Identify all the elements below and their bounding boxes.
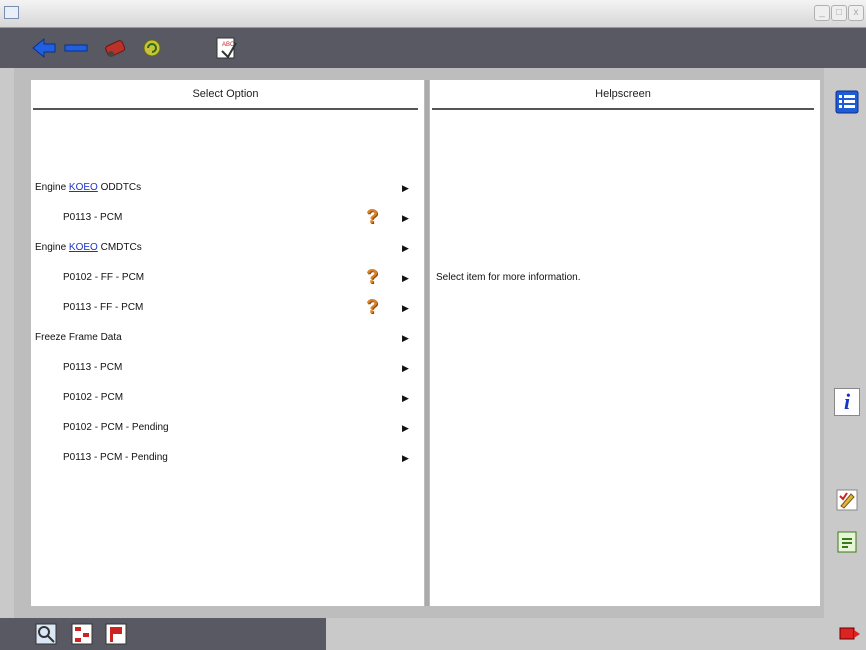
option-row[interactable]: P0102 - PCM ▶ [35,388,440,408]
option-label: P0102 - FF - PCM [63,268,144,288]
koeo-link[interactable]: KOEO [69,182,98,193]
option-row[interactable]: Freeze Frame Data ▶ [35,328,440,348]
option-label-text: P0113 - PCM - Pending [63,452,168,463]
vehicle-button[interactable] [101,34,129,62]
minimize-button[interactable]: _ [814,5,830,21]
flag-icon [105,623,127,645]
option-label: P0102 - PCM - Pending [63,418,169,438]
option-row[interactable]: P0113 - PCM - Pending ▶ [35,448,440,468]
refresh-button[interactable] [138,34,166,62]
close-button[interactable]: x [848,5,864,21]
search-icon [35,623,57,645]
exit-button[interactable] [838,622,862,646]
edit-icon [836,489,858,511]
option-row[interactable]: P0113 - PCM ▶ [35,358,440,378]
info-icon: i [834,388,860,416]
document-icon [837,531,857,553]
report-button[interactable]: ABC [213,34,241,62]
option-label: Engine KOEO ODDTCs [35,178,141,198]
expand-arrow-icon[interactable]: ▶ [402,268,409,288]
maximize-button[interactable]: □ [831,5,847,21]
koeo-link[interactable]: KOEO [69,242,98,253]
select-option-panel: Select Option Engine KOEO ODDTCs ▶ P0113 -… [31,80,424,606]
expand-arrow-icon[interactable]: ▶ [402,358,409,378]
option-label: P0113 - PCM - Pending [63,448,168,468]
help-question-icon[interactable]: ? [366,296,378,318]
option-label-text: P0102 - PCM [63,392,124,403]
info-button[interactable]: i [834,388,860,416]
refresh-icon [143,39,161,57]
right-sidebar: i [824,68,866,628]
helpscreen-panel: Helpscreen Select item for more informat… [430,80,820,606]
search-tool-button[interactable] [34,622,58,646]
option-label: P0113 - FF - PCM [63,298,143,318]
panel-divider[interactable] [425,80,429,606]
list-icon [835,90,859,114]
option-label-suffix: ODDTCs [97,182,142,193]
report-icon: ABC [216,37,237,59]
option-row[interactable]: P0113 - PCM? ▶ [35,206,440,228]
tree-icon [71,623,93,645]
option-row[interactable]: Engine KOEO ODDTCs ▶ [35,178,440,198]
option-label-text: Engine [35,182,69,193]
option-row[interactable]: P0102 - FF - PCM? ▶ [35,266,440,288]
minus-button[interactable] [62,34,90,62]
back-button[interactable] [30,34,58,62]
option-label-text: Freeze Frame Data [35,332,122,343]
option-row[interactable]: P0113 - FF - PCM? ▶ [35,296,440,318]
option-label-text: P0113 - FF - PCM [63,302,144,313]
help-message: Select item for more information. [436,272,581,283]
vehicle-icon [105,40,126,57]
exit-icon [839,627,860,640]
expand-arrow-icon[interactable]: ▶ [402,388,409,408]
document-button[interactable] [834,528,860,556]
option-row[interactable]: P0102 - PCM - Pending ▶ [35,418,440,438]
expand-arrow-icon[interactable]: ▶ [402,238,409,258]
option-label: Engine KOEO CMDTCs [35,238,142,258]
expand-arrow-icon[interactable]: ▶ [402,298,409,318]
option-label-text: P0102 - PCM - Pending [63,422,169,433]
edit-button[interactable] [834,486,860,514]
option-label-text: P0113 - PCM [63,362,123,373]
tree-tool-button[interactable] [70,622,94,646]
app-icon [4,6,19,19]
expand-arrow-icon[interactable]: ▶ [402,178,409,198]
help-question-icon[interactable]: ? [366,206,378,228]
option-label: P0102 - PCM [63,388,123,408]
title-bar: _ □ x [0,0,866,28]
option-label-text: P0113 - PCM [63,212,123,223]
expand-arrow-icon[interactable]: ▶ [402,418,409,438]
expand-arrow-icon[interactable]: ▶ [402,328,409,348]
back-icon [32,37,56,59]
option-label-text: Engine [35,242,69,253]
minus-icon [64,44,88,52]
option-label: P0113 - PCM [63,358,122,378]
expand-arrow-icon[interactable]: ▶ [402,208,409,228]
helpscreen-header: Helpscreen [432,80,814,110]
option-label-suffix: CMDTCs [97,242,142,253]
svg-text:ABC: ABC [222,42,235,48]
select-option-header: Select Option [33,80,418,110]
option-row[interactable]: Engine KOEO CMDTCs ▶ [35,238,440,258]
option-label-text: P0102 - FF - PCM [63,272,145,283]
toolbar: ABC [0,28,866,68]
expand-arrow-icon[interactable]: ▶ [402,448,409,468]
list-button[interactable] [834,88,860,116]
flag-tool-button[interactable] [104,622,128,646]
help-question-icon[interactable]: ? [366,266,378,288]
option-label: Freeze Frame Data [35,328,122,348]
option-label: P0113 - PCM [63,208,122,228]
